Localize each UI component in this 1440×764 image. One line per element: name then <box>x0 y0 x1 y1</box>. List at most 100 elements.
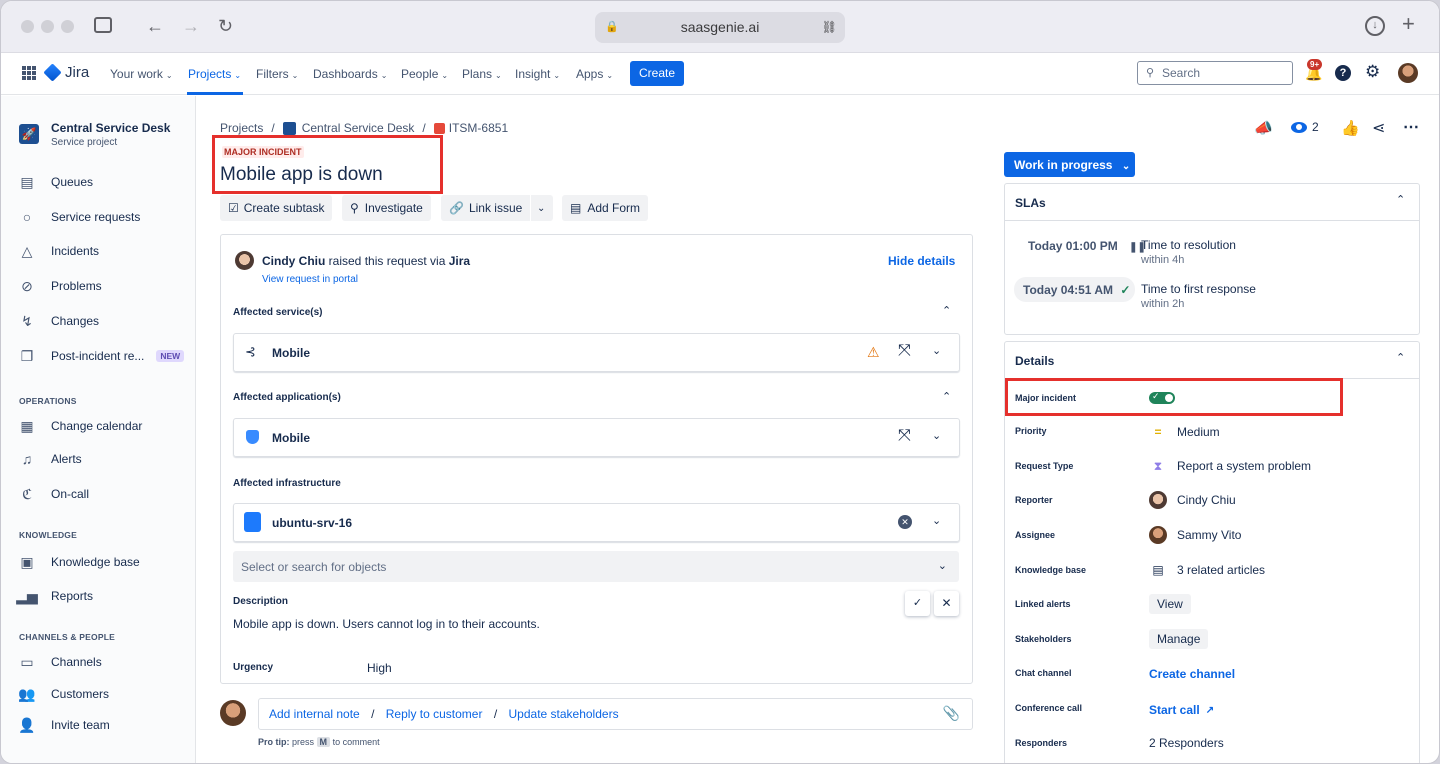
create-button[interactable]: Create <box>630 61 684 86</box>
nav-filters[interactable]: Filters ⌄ <box>256 67 298 81</box>
sidebar-item-service-requests[interactable]: ○ Service requests <box>19 207 141 227</box>
comment-box[interactable]: Add internal note / Reply to customer / … <box>258 698 973 730</box>
project-name[interactable]: Central Service Desk <box>51 121 170 135</box>
investigate-button[interactable]: ⚲ Investigate <box>342 195 431 221</box>
affected-application-card[interactable]: Mobile ⤧ ⌄ <box>233 418 960 457</box>
sidebar-item-on-call[interactable]: ℭ On-call <box>19 484 89 504</box>
sidebar-item-customers[interactable]: 👥 Customers <box>18 684 109 704</box>
update-stakeholders-link[interactable]: Update stakeholders <box>509 707 619 721</box>
reply-to-customer-link[interactable]: Reply to customer <box>386 707 483 721</box>
monitor-icon: ▭ <box>20 653 34 670</box>
chevron-down-icon: ⌄ <box>537 202 546 214</box>
link-issue-button[interactable]: 🔗 Link issue <box>441 195 531 221</box>
assignee-avatar <box>1149 526 1167 544</box>
sidebar-toggle-icon[interactable] <box>94 17 112 33</box>
responders-value[interactable]: 2 Responders <box>1149 736 1224 750</box>
thumbs-up-icon[interactable]: 👍 <box>1341 119 1360 137</box>
nav-plans[interactable]: Plans ⌄ <box>462 67 502 81</box>
search-input[interactable]: ⚲ Search <box>1137 61 1293 85</box>
add-internal-note-link[interactable]: Add internal note <box>269 707 360 721</box>
priority-field[interactable]: = Medium <box>1149 423 1219 441</box>
breadcrumb-projects[interactable]: Projects <box>220 121 263 135</box>
collapse-details-icon[interactable]: ⌃ <box>1396 351 1405 364</box>
sidebar-item-queues[interactable]: ▤ Queues <box>19 172 93 192</box>
watch-button[interactable]: 2 <box>1291 120 1319 134</box>
bell-icon: ♫ <box>21 451 33 467</box>
description-text[interactable]: Mobile app is down. Users cannot log in … <box>233 617 540 631</box>
reload-icon[interactable]: ↻ <box>218 16 233 36</box>
relationship-graph-icon[interactable]: ⤧ <box>898 342 911 360</box>
breadcrumb-issue-key[interactable]: ITSM-6851 <box>449 121 508 135</box>
forward-icon[interactable]: → <box>182 16 200 36</box>
sidebar-item-reports[interactable]: ▂▅ Reports <box>16 586 93 606</box>
download-icon[interactable]: ↓ <box>1365 16 1385 36</box>
maximize-window-button[interactable] <box>61 20 74 33</box>
assignee-field[interactable]: Sammy Vito <box>1149 526 1241 544</box>
reporter-name[interactable]: Cindy Chiu <box>262 254 325 268</box>
object-search-input[interactable]: Select or search for objects ⌄ <box>233 551 959 582</box>
nav-dashboards[interactable]: Dashboards ⌄ <box>313 67 387 81</box>
view-alerts-button[interactable]: View <box>1149 594 1191 614</box>
knowledge-base-field[interactable]: ▤ 3 related articles <box>1149 561 1265 579</box>
create-channel-link[interactable]: Create channel <box>1149 667 1235 681</box>
close-window-button[interactable] <box>21 20 34 33</box>
affected-infra-card[interactable]: ubuntu-srv-16 ✕ ⌄ <box>233 503 960 542</box>
urgency-value[interactable]: High <box>367 661 392 675</box>
save-description-button[interactable]: ✓ <box>905 591 930 616</box>
nav-people[interactable]: People ⌄ <box>401 67 448 81</box>
link-issue-dropdown[interactable]: ⌄ <box>531 195 553 221</box>
affected-service-card[interactable]: ⊰ Mobile ⚠ ⤧ ⌄ <box>233 333 960 372</box>
nav-your-work[interactable]: Your work ⌄ <box>110 67 173 81</box>
sla-time: Today 04:51 AM <box>1023 283 1114 297</box>
nav-insight[interactable]: Insight ⌄ <box>515 67 560 81</box>
sidebar-item-change-calendar[interactable]: ▦ Change calendar <box>19 416 142 436</box>
app-switcher-icon[interactable] <box>22 66 36 80</box>
chevron-down-icon[interactable]: ⌄ <box>932 429 941 442</box>
view-portal-link[interactable]: View request in portal <box>262 274 358 285</box>
help-icon[interactable]: ? <box>1335 65 1351 81</box>
request-type-field[interactable]: ⧗ Report a system problem <box>1149 457 1311 475</box>
add-form-button[interactable]: ▤ Add Form <box>562 195 649 221</box>
link-icon[interactable]: ⛓ <box>822 12 837 43</box>
hide-details-link[interactable]: Hide details <box>888 254 955 268</box>
relationship-graph-icon[interactable]: ⤧ <box>898 427 911 445</box>
status-dropdown[interactable]: Work in progress ⌄ <box>1004 152 1135 177</box>
reporter-field[interactable]: Cindy Chiu <box>1149 491 1236 509</box>
more-actions-icon[interactable]: ⋯ <box>1403 117 1419 137</box>
create-subtask-button[interactable]: ☑ Create subtask <box>220 195 333 221</box>
chevron-down-icon[interactable]: ⌄ <box>932 514 941 527</box>
jira-logo[interactable]: Jira <box>43 63 89 82</box>
external-link-icon: ↗ <box>1205 704 1215 716</box>
collapse-apps-icon[interactable]: ⌃ <box>942 390 951 403</box>
sidebar-item-post-incident[interactable]: ❐ Post-incident re... NEW <box>19 346 185 366</box>
sidebar-item-channels[interactable]: ▭ Channels <box>19 652 101 672</box>
sidebar-item-knowledge-base[interactable]: ▣ Knowledge base <box>19 552 139 572</box>
collapse-slas-icon[interactable]: ⌃ <box>1396 193 1405 206</box>
chevron-down-icon[interactable]: ⌄ <box>932 344 941 357</box>
sidebar-item-changes[interactable]: ↯ Changes <box>19 311 99 331</box>
sidebar-item-alerts[interactable]: ♫ Alerts <box>19 449 82 469</box>
sidebar-item-invite-team[interactable]: 👤 Invite team <box>18 715 109 735</box>
nav-projects[interactable]: Projects ⌄ <box>188 67 241 81</box>
share-icon[interactable]: ⋖ <box>1372 118 1385 138</box>
new-tab-icon[interactable]: + <box>1402 13 1415 35</box>
start-call-label: Start call <box>1149 703 1200 717</box>
paperclip-icon[interactable]: 📎 <box>943 705 960 722</box>
megaphone-icon[interactable]: 📣 <box>1254 119 1273 137</box>
cancel-description-button[interactable]: ✕ <box>934 591 959 616</box>
nav-apps[interactable]: Apps ⌄ <box>576 67 613 81</box>
minimize-window-button[interactable] <box>41 20 54 33</box>
remove-circle-icon[interactable]: ✕ <box>898 515 912 529</box>
notification-badge: 9+ <box>1307 59 1323 70</box>
start-call-link[interactable]: Start call ↗ <box>1149 703 1214 717</box>
responders-label: Responders <box>1015 738 1068 748</box>
settings-gear-icon[interactable]: ⚙ <box>1365 62 1380 82</box>
address-bar[interactable]: 🔒 saasgenie.ai ⛓ <box>595 12 845 43</box>
manage-stakeholders-button[interactable]: Manage <box>1149 629 1209 649</box>
collapse-services-icon[interactable]: ⌃ <box>942 304 951 317</box>
breadcrumb-project[interactable]: Central Service Desk <box>302 121 415 135</box>
sidebar-item-problems[interactable]: ⊘ Problems <box>19 276 102 296</box>
sidebar-item-incidents[interactable]: △ Incidents <box>19 241 99 261</box>
back-icon[interactable]: ← <box>146 16 164 36</box>
user-avatar[interactable] <box>1398 63 1418 83</box>
